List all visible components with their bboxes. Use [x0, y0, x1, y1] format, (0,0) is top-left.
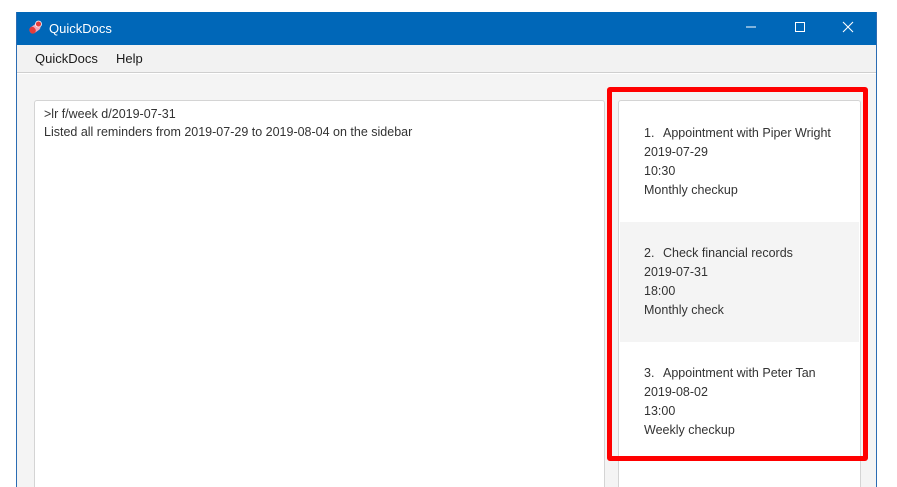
reminder-description: Weekly checkup: [644, 423, 735, 437]
reminder-title-line: 1. Appointment with Piper Wright: [644, 124, 859, 143]
reminder-card[interactable]: 3. Appointment with Peter Tan 2019-08-02 …: [620, 342, 859, 462]
menu-help[interactable]: Help: [116, 51, 143, 66]
reminder-title: Check financial records: [663, 246, 793, 260]
close-icon: [842, 20, 854, 38]
minimize-button[interactable]: [728, 12, 774, 45]
reminder-index: 2.: [644, 246, 655, 260]
reminder-date: 2019-08-02: [644, 385, 708, 399]
reminder-title: Appointment with Peter Tan: [663, 366, 816, 380]
reminder-title-line: 2. Check financial records: [644, 244, 859, 263]
reminder-index: 3.: [644, 366, 655, 380]
reminder-date: 2019-07-29: [644, 145, 708, 159]
reminder-description: Monthly check: [644, 303, 724, 317]
reminder-list: 1. Appointment with Piper Wright 2019-07-…: [620, 102, 859, 462]
reminder-time: 10:30: [644, 164, 676, 178]
title-bar[interactable]: QuickDocs: [17, 12, 876, 45]
reminder-title: Appointment with Piper Wright: [663, 126, 831, 140]
app-icon: [26, 19, 44, 37]
reminder-description: Monthly checkup: [644, 183, 738, 197]
reminder-sidebar[interactable]: 1. Appointment with Piper Wright 2019-07-…: [618, 100, 861, 487]
reminder-card[interactable]: 1. Appointment with Piper Wright 2019-07-…: [620, 102, 859, 222]
app-window: QuickDocs QuickDocs Help >lr f/week d/20…: [16, 12, 877, 487]
close-button[interactable]: [825, 12, 871, 45]
reminder-title-line: 3. Appointment with Peter Tan: [644, 364, 859, 383]
reminder-card[interactable]: 2. Check financial records 2019-07-31 18:…: [620, 222, 859, 342]
reminder-index: 1.: [644, 126, 655, 140]
reminder-time: 13:00: [644, 404, 676, 418]
command-result-text: Listed all reminders from 2019-07-29 to …: [44, 125, 413, 139]
reminder-date: 2019-07-31: [644, 265, 708, 279]
menu-quickdocs[interactable]: QuickDocs: [35, 51, 98, 66]
maximize-icon: [794, 20, 806, 38]
main-content: >lr f/week d/2019-07-31 Listed all remin…: [17, 74, 876, 487]
maximize-button[interactable]: [777, 12, 823, 45]
command-input-echo: >lr f/week d/2019-07-31: [44, 107, 176, 121]
reminder-time: 18:00: [644, 284, 676, 298]
command-output-panel[interactable]: >lr f/week d/2019-07-31 Listed all remin…: [34, 100, 605, 487]
menu-bar: QuickDocs Help: [17, 45, 876, 73]
minimize-icon: [745, 20, 757, 38]
window-title: QuickDocs: [49, 21, 112, 36]
